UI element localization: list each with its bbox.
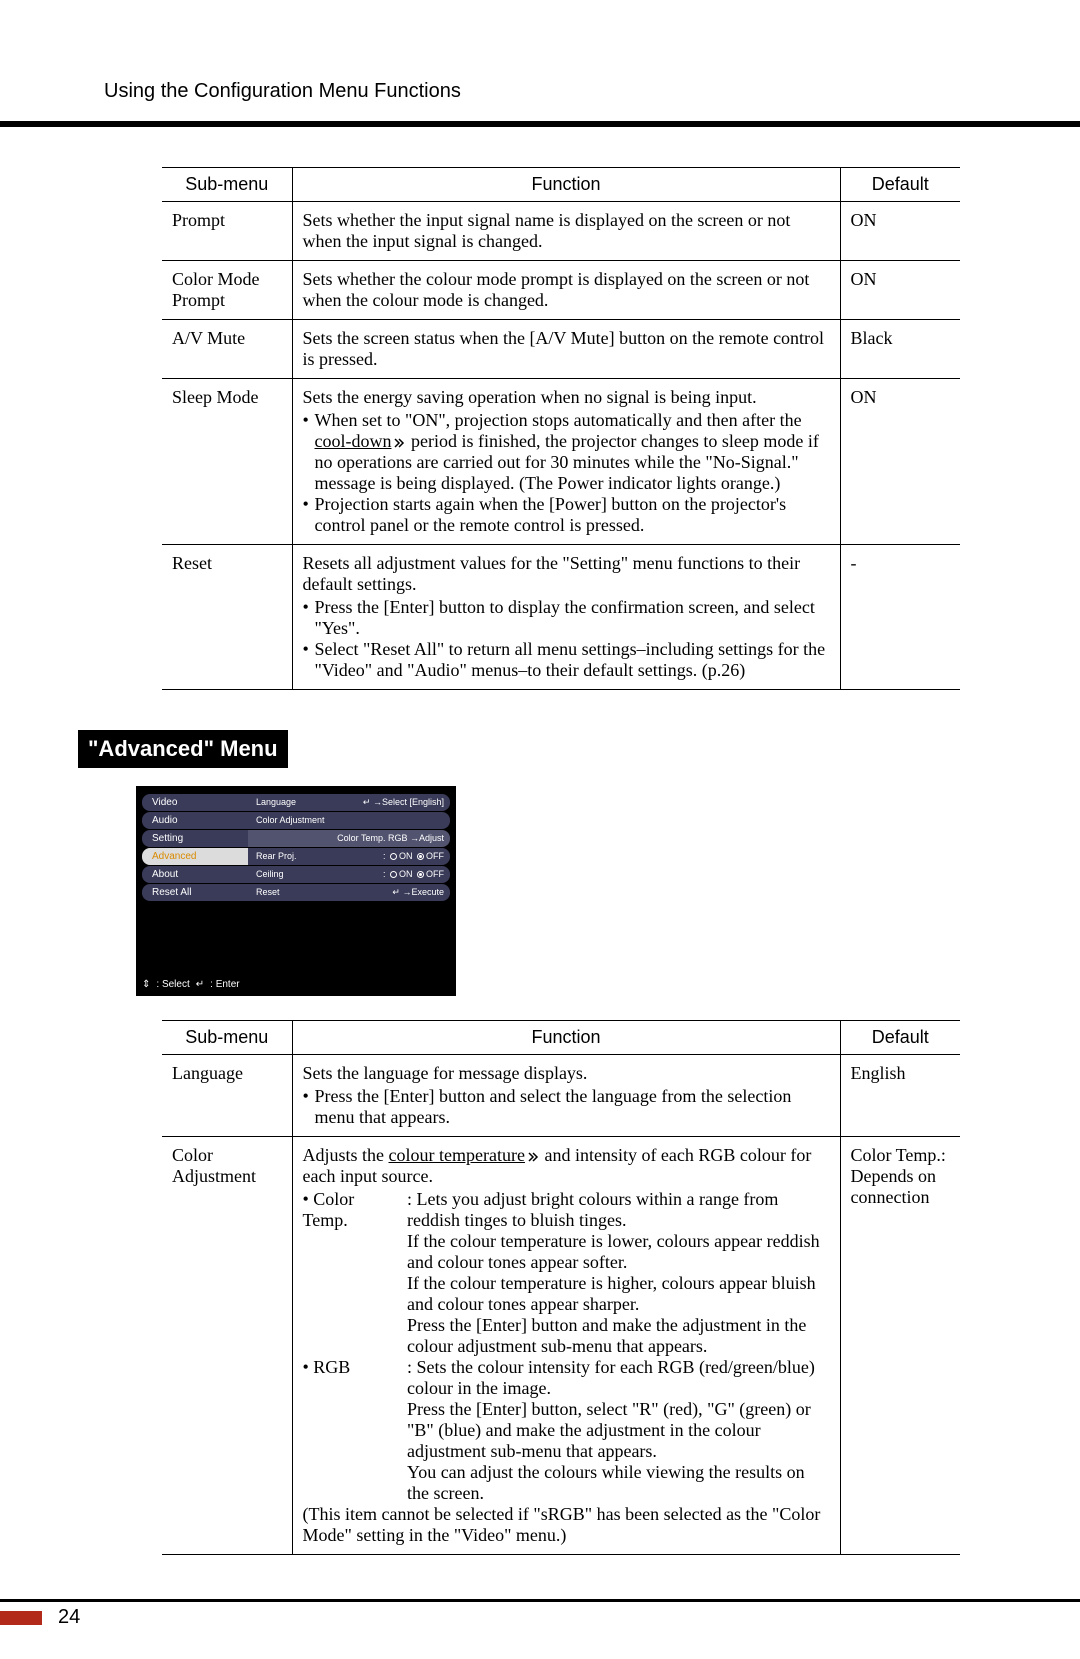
footer-select: : Select [156,979,189,990]
rgb-label: • RGB [303,1357,403,1378]
menu-tab-setting: Setting [142,830,248,847]
menu-row-value: →Execute [402,887,444,897]
cell-submenu: Reset [162,545,292,690]
row-intro: Sets the energy saving operation when no… [303,387,830,408]
ct-line: If the colour temperature is lower, colo… [407,1231,820,1272]
on-label: ON [399,869,413,879]
intro-a: Adjusts the [303,1145,389,1165]
menu-tab-resetall: Reset All [142,884,248,901]
table-row: Prompt Sets whether the input signal nam… [162,202,960,261]
cell-submenu: Prompt [162,202,292,261]
setting-menu-table: Sub-menu Function Default Prompt Sets wh… [162,167,960,690]
th-function: Function [292,1021,840,1055]
cell-submenu: Sleep Mode [162,379,292,545]
cell-submenu: Language [162,1055,292,1137]
ct-line: : Lets you adjust bright colours within … [407,1189,778,1230]
off-label: OFF [426,869,444,879]
off-label: OFF [426,851,444,861]
ct-line: If the colour temperature is higher, col… [407,1273,816,1314]
bullet-text: Projection starts again when the [Power]… [315,494,830,536]
table-row: Sleep Mode Sets the energy saving operat… [162,379,960,545]
rgb-line: Press the [Enter] button, select "R" (re… [407,1399,811,1461]
ct-line: Press the [Enter] button and make the ad… [407,1315,806,1356]
cell-function: Adjusts the colour temperature and inten… [292,1137,840,1555]
th-default: Default [840,168,960,202]
menu-row-ceiling: Ceiling : ON OFF [248,866,450,883]
menu-row-value: →Select [English] [373,797,444,807]
menu-row-coloradj-sub: Color Temp. RGB →Adjust [248,830,450,847]
th-submenu: Sub-menu [162,168,292,202]
cell-default: ON [840,202,960,261]
menu-tab-video: Video [142,794,248,811]
menu-row-label: Reset [256,884,280,901]
footer-enter: : Enter [210,979,239,990]
menu-row-value: Color Temp. RGB →Adjust [337,833,444,843]
row-intro: Resets all adjustment values for the "Se… [303,553,830,595]
menu-row-label: Color Adjustment [256,812,325,829]
menu-row-reset: Reset ↵ →Execute [248,884,450,901]
updown-icon: ⇕ [142,979,150,990]
menu-row-rearproj: Rear Proj. : ON OFF [248,848,450,865]
glossary-term-cooldown: cool-down [315,431,392,452]
glossary-icon [394,438,406,448]
cell-function: Resets all adjustment values for the "Se… [292,545,840,690]
cell-default: Black [840,320,960,379]
menu-row-label: Language [256,794,296,811]
bullet-text: Press the [Enter] button and select the … [315,1086,830,1128]
menu-row-label: Rear Proj. [256,848,297,865]
color-temp-label: • Color Temp. [303,1189,403,1231]
cell-function: Sets whether the input signal name is di… [292,202,840,261]
footer-rule [0,1599,1080,1602]
table-row: Color Mode Prompt Sets whether the colou… [162,261,960,320]
page-number: 24 [58,1606,80,1629]
th-submenu: Sub-menu [162,1021,292,1055]
enter-icon: ↵ [196,979,204,990]
cell-default: - [840,545,960,690]
menu-tab-audio: Audio [142,812,248,829]
rgb-line: : Sets the colour intensity for each RGB… [407,1357,815,1398]
advanced-menu-screenshot: Video Audio Setting Advanced About Reset… [136,786,456,996]
page-accent [0,1611,42,1625]
cell-function: Sets whether the colour mode prompt is d… [292,261,840,320]
cell-function: Sets the energy saving operation when no… [292,379,840,545]
menu-row-label: Ceiling [256,866,284,883]
cell-submenu: Color Adjustment [162,1137,292,1555]
cell-default: ON [840,379,960,545]
menu-row-coloradj: Color Adjustment [248,812,450,829]
menu-tab-advanced: Advanced [142,848,248,865]
th-default: Default [840,1021,960,1055]
menu-row-language: Language ↵ →Select [English] [248,794,450,811]
rgb-line: You can adjust the colours while viewing… [407,1462,805,1503]
glossary-icon [528,1152,540,1162]
on-label: ON [399,851,413,861]
table-row: A/V Mute Sets the screen status when the… [162,320,960,379]
row-note: (This item cannot be selected if "sRGB" … [303,1504,830,1546]
cell-function: Sets the screen status when the [A/V Mut… [292,320,840,379]
cell-default: English [840,1055,960,1137]
table-row: Language Sets the language for message d… [162,1055,960,1137]
table-row: Reset Resets all adjustment values for t… [162,545,960,690]
menu-tab-about: About [142,866,248,883]
cell-submenu: Color Mode Prompt [162,261,292,320]
cell-function: Sets the language for message displays. … [292,1055,840,1137]
glossary-term-colourtemp: colour temperature [389,1145,525,1166]
cell-default: ON [840,261,960,320]
advanced-menu-heading: "Advanced" Menu [78,730,288,768]
bullet-text: Press the [Enter] button to display the … [315,597,830,639]
row-line: Sets the language for message displays. [303,1063,830,1084]
advanced-menu-table: Sub-menu Function Default Language Sets … [162,1020,960,1555]
cell-default: Color Temp.: Depends on connection [840,1137,960,1555]
bullet-text-a: When set to "ON", projection stops autom… [315,410,802,430]
page-title: Using the Configuration Menu Functions [104,80,461,102]
table-row: Color Adjustment Adjusts the colour temp… [162,1137,960,1555]
bullet-text: Select "Reset All" to return all menu se… [315,639,830,681]
th-function: Function [292,168,840,202]
cell-submenu: A/V Mute [162,320,292,379]
